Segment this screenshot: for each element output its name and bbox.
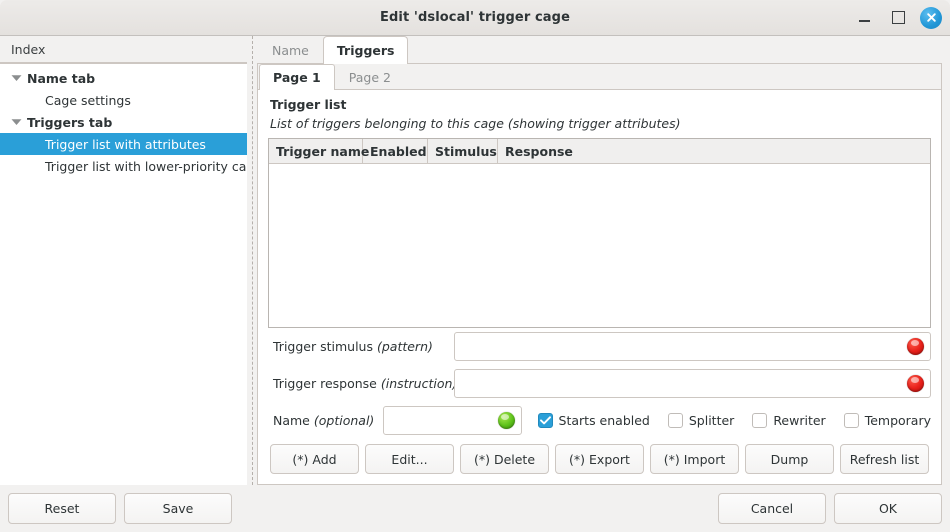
sidebar-item-label: Trigger list with attributes bbox=[45, 136, 206, 152]
column-header-trigger-name[interactable]: Trigger name bbox=[269, 139, 369, 163]
trigger-list-table[interactable]: Trigger name Enabled Stimulus Response bbox=[268, 138, 931, 328]
chevron-down-icon bbox=[8, 70, 24, 86]
trigger-name-row: Name (optional) Starts enabled Splitter … bbox=[268, 402, 931, 439]
sidebar-item-trigger-list-with-lower-priority-cage[interactable]: Trigger list with lower-priority cage bbox=[0, 155, 247, 177]
tab-page-1[interactable]: Page 1 bbox=[259, 64, 335, 90]
minimize-icon[interactable] bbox=[852, 6, 876, 30]
splitter-handle bbox=[251, 36, 253, 485]
column-header-stimulus[interactable]: Stimulus bbox=[428, 139, 498, 163]
export-button[interactable]: (*) Export bbox=[555, 444, 644, 474]
dialog-body: Index Name tab Cage settings Triggers ta… bbox=[0, 36, 950, 485]
trigger-response-status-led bbox=[907, 375, 924, 392]
window-title: Edit 'dslocal' trigger cage bbox=[380, 10, 570, 25]
trigger-stimulus-status-led bbox=[907, 338, 924, 355]
sidebar-item-trigger-list-with-attributes[interactable]: Trigger list with attributes bbox=[0, 133, 247, 155]
trigger-response-input[interactable] bbox=[461, 370, 907, 397]
trigger-response-label: Trigger response (instruction) bbox=[268, 376, 457, 391]
column-header-enabled[interactable]: Enabled bbox=[363, 139, 428, 163]
trigger-stimulus-input[interactable] bbox=[461, 333, 907, 360]
edit-button[interactable]: Edit... bbox=[365, 444, 454, 474]
sidebar-item-triggers-tab[interactable]: Triggers tab bbox=[0, 111, 247, 133]
chevron-down-icon bbox=[8, 114, 24, 130]
ok-button[interactable]: OK bbox=[834, 493, 942, 524]
checkbox-label: Temporary bbox=[864, 413, 931, 428]
action-bar-right: Cancel OK bbox=[718, 493, 942, 524]
sidebar-header: Index bbox=[0, 36, 247, 63]
checkmark-icon[interactable] bbox=[537, 413, 553, 428]
dialog-window: Edit 'dslocal' trigger cage Index Name t… bbox=[0, 0, 950, 532]
trigger-response-row: Trigger response (instruction) bbox=[268, 365, 931, 402]
sidebar-item-label: Cage settings bbox=[45, 92, 131, 108]
save-button[interactable]: Save bbox=[124, 493, 232, 524]
table-header-row: Trigger name Enabled Stimulus Response bbox=[269, 139, 930, 164]
checkbox-label: Starts enabled bbox=[558, 413, 650, 428]
window-controls bbox=[852, 0, 942, 35]
trigger-stimulus-label: Trigger stimulus (pattern) bbox=[268, 339, 445, 354]
content-pane: Name Triggers Page 1 Page 2 Trigger list… bbox=[257, 36, 950, 485]
checkbox-label: Rewriter bbox=[773, 413, 826, 428]
trigger-name-field[interactable] bbox=[383, 406, 522, 435]
reset-button[interactable]: Reset bbox=[8, 493, 116, 524]
outer-notebook: Name Triggers Page 1 Page 2 Trigger list… bbox=[257, 36, 942, 485]
trigger-stimulus-row: Trigger stimulus (pattern) bbox=[268, 328, 931, 365]
checkmark-icon[interactable] bbox=[667, 413, 683, 428]
close-icon[interactable] bbox=[920, 6, 942, 29]
action-bar-left: Reset Save bbox=[8, 493, 232, 524]
trigger-action-buttons: (*) Add Edit... (*) Delete (*) Export (*… bbox=[268, 439, 931, 476]
triggers-tab-page: Page 1 Page 2 Trigger list List of trigg… bbox=[257, 64, 942, 485]
trigger-name-status-led bbox=[497, 412, 515, 429]
index-tree[interactable]: Name tab Cage settings Triggers tab Trig… bbox=[0, 63, 247, 485]
trigger-form: Trigger stimulus (pattern) Trigger respo… bbox=[266, 328, 933, 476]
maximize-icon[interactable] bbox=[886, 6, 910, 30]
column-header-response[interactable]: Response bbox=[498, 139, 930, 163]
checkbox-rewriter[interactable]: Rewriter bbox=[752, 413, 826, 428]
sidebar-item-name-tab[interactable]: Name tab bbox=[0, 67, 247, 89]
trigger-response-label-hint: (instruction) bbox=[380, 376, 458, 391]
checkbox-temporary[interactable]: Temporary bbox=[843, 413, 931, 428]
refresh-list-button[interactable]: Refresh list bbox=[840, 444, 929, 474]
trigger-response-label-main: Trigger response bbox=[273, 376, 377, 391]
trigger-name-label-main: Name bbox=[273, 413, 310, 428]
trigger-response-field[interactable] bbox=[454, 369, 931, 398]
import-button[interactable]: (*) Import bbox=[650, 444, 739, 474]
table-body[interactable] bbox=[269, 164, 930, 327]
add-button[interactable]: (*) Add bbox=[270, 444, 359, 474]
trigger-stimulus-field[interactable] bbox=[454, 332, 931, 361]
page-1-content: Trigger list List of triggers belonging … bbox=[258, 90, 941, 484]
trigger-name-label: Name (optional) bbox=[268, 413, 374, 428]
dialog-action-bar: Reset Save Cancel OK bbox=[0, 485, 950, 532]
trigger-stimulus-label-main: Trigger stimulus bbox=[273, 339, 373, 354]
dump-button[interactable]: Dump bbox=[745, 444, 834, 474]
sidebar-item-label: Trigger list with lower-priority cage bbox=[45, 158, 247, 174]
checkmark-icon[interactable] bbox=[843, 413, 859, 428]
tab-page-2[interactable]: Page 2 bbox=[335, 64, 405, 89]
trigger-stimulus-label-hint: (pattern) bbox=[376, 339, 433, 354]
page-title: Trigger list bbox=[270, 97, 347, 112]
outer-tab-strip: Name Triggers bbox=[257, 36, 942, 64]
sidebar-item-label: Triggers tab bbox=[27, 114, 113, 130]
delete-button[interactable]: (*) Delete bbox=[460, 444, 549, 474]
cancel-button[interactable]: Cancel bbox=[718, 493, 826, 524]
trigger-name-input[interactable] bbox=[390, 407, 498, 434]
checkbox-splitter[interactable]: Splitter bbox=[667, 413, 735, 428]
checkmark-icon[interactable] bbox=[752, 413, 768, 428]
page-description: List of triggers belonging to this cage … bbox=[270, 116, 681, 131]
pane-splitter[interactable] bbox=[247, 36, 257, 485]
checkbox-label: Splitter bbox=[688, 413, 735, 428]
sidebar-item-label: Name tab bbox=[27, 70, 96, 86]
sidebar: Index Name tab Cage settings Triggers ta… bbox=[0, 36, 247, 485]
tab-triggers[interactable]: Triggers bbox=[322, 36, 409, 64]
trigger-attribute-checkboxes: Starts enabled Splitter Rewriter Tempora… bbox=[537, 413, 931, 428]
inner-tab-strip: Page 1 Page 2 bbox=[258, 64, 941, 90]
checkbox-starts-enabled[interactable]: Starts enabled bbox=[537, 413, 650, 428]
trigger-name-label-hint: (optional) bbox=[313, 413, 375, 428]
title-bar: Edit 'dslocal' trigger cage bbox=[0, 0, 950, 36]
tab-name[interactable]: Name bbox=[258, 36, 323, 63]
sidebar-item-cage-settings[interactable]: Cage settings bbox=[0, 89, 247, 111]
